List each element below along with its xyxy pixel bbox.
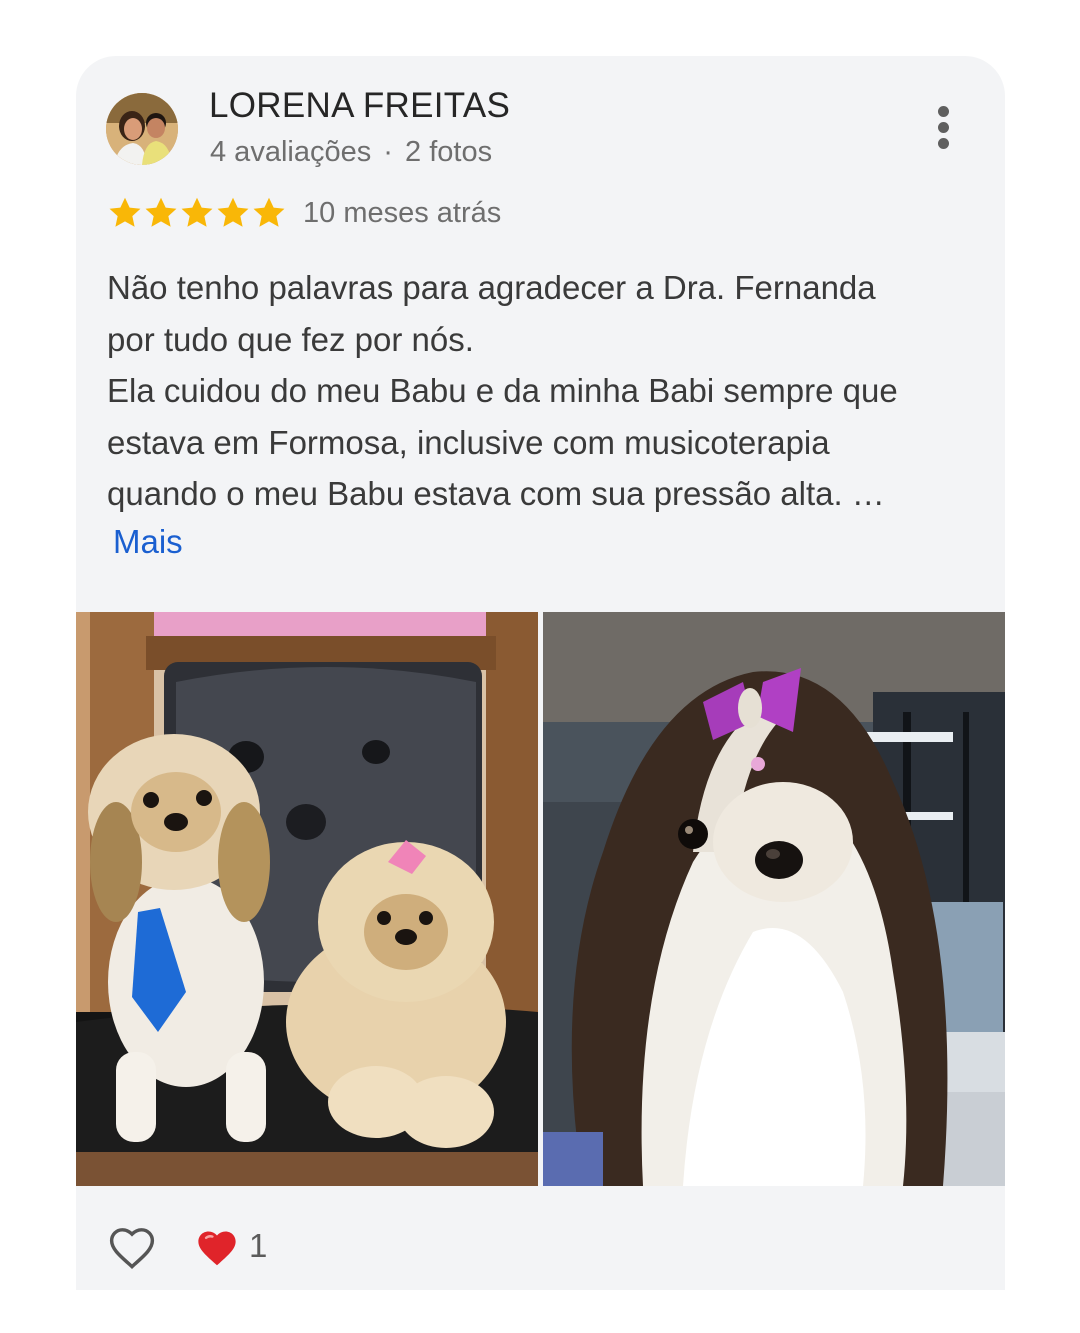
review-text-line: por tudo que fez por nós. [107, 320, 474, 358]
review-text-line: quando o meu Babu estava com sua pressão… [107, 475, 885, 512]
author-name[interactable]: LORENA FREITAS [209, 86, 510, 126]
like-count: 1 [249, 1227, 268, 1264]
photos-count: 2 fotos [405, 136, 493, 168]
star-icon [109, 197, 141, 227]
review-photo-2[interactable] [543, 612, 1005, 1186]
star-icon [253, 197, 285, 227]
star-icon [145, 197, 177, 227]
avatar[interactable] [106, 93, 178, 165]
star-rating [107, 195, 287, 231]
review-card: LORENA FREITAS 4 avaliações · 2 fotos 10… [76, 56, 1005, 1290]
heart-filled-icon [198, 1231, 236, 1266]
review-text-line: Ela cuidou do meu Babu e da minha Babi s… [107, 372, 898, 409]
review-photo-1[interactable] [76, 612, 538, 1186]
review-time: 10 meses atrás [303, 197, 502, 229]
author-meta: 4 avaliações · 2 fotos [210, 136, 492, 169]
more-vert-icon[interactable] [928, 104, 958, 152]
review-text: Não tenho palavras para agradecer a Dra.… [107, 262, 987, 520]
reviews-count: 4 avaliações [210, 136, 372, 168]
meta-separator: · [383, 136, 393, 168]
heart-outline-icon[interactable] [106, 1222, 158, 1274]
more-link[interactable]: Mais [113, 523, 183, 561]
review-text-line: Não tenho palavras para agradecer a Dra.… [107, 269, 876, 306]
star-icon [181, 197, 213, 227]
star-icon [217, 197, 249, 227]
review-text-line: estava em Formosa, inclusive com musicot… [107, 423, 830, 461]
